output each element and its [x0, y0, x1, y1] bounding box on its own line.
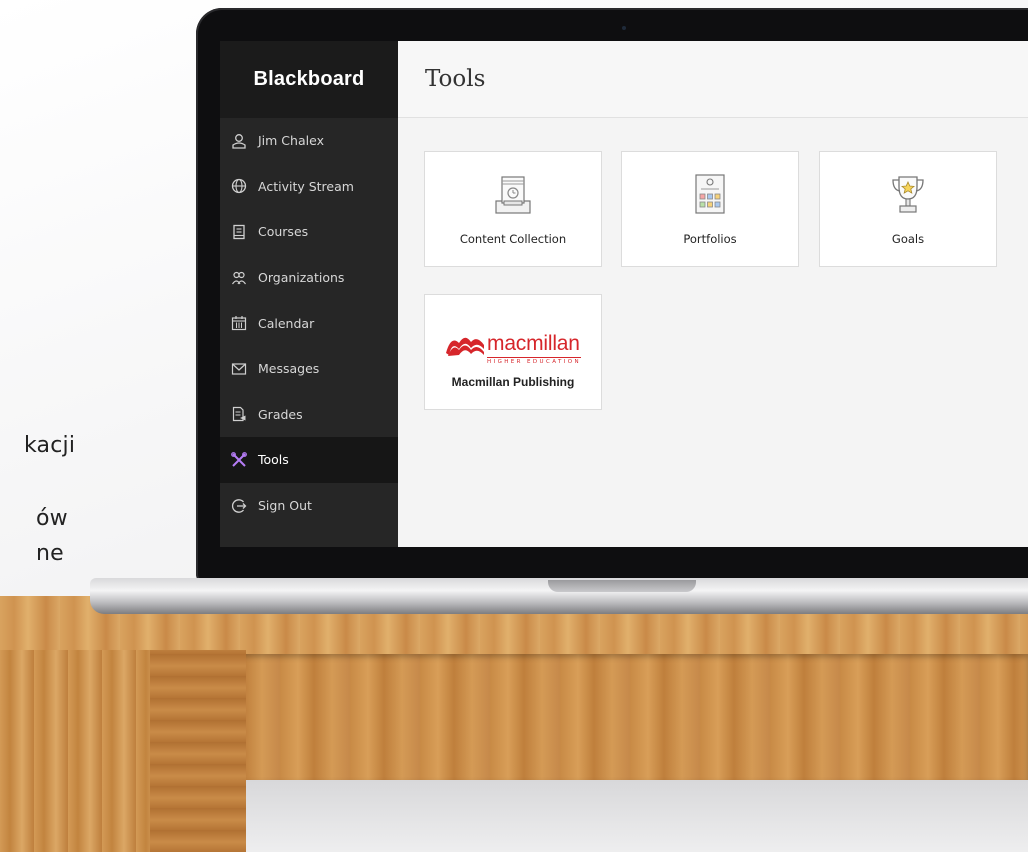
blackboard-logo[interactable]: Blackboard: [220, 41, 398, 118]
sidebar-item-calendar[interactable]: Calendar: [220, 300, 398, 346]
macmillan-mark-icon: [446, 337, 485, 356]
table-leg: [0, 650, 150, 852]
people-icon: [229, 269, 249, 287]
sidebar-item-label: Organizations: [258, 270, 345, 286]
sidebar-item-sign-out[interactable]: Sign Out: [220, 483, 398, 529]
sidebar-item-label: Calendar: [258, 315, 315, 331]
sidebar-item-label: Grades: [258, 406, 303, 422]
trophy-icon: [885, 171, 931, 222]
laptop-screen: Blackboard Jim Chalex Activity Stream Co…: [220, 41, 1028, 547]
background-text-fragment: ów: [36, 506, 68, 531]
table-leg-inner: [150, 650, 246, 852]
page-title: Tools: [425, 66, 486, 92]
sidebar-item-courses[interactable]: Courses: [220, 209, 398, 255]
webcam: [622, 26, 626, 30]
sidebar-item-activity-stream[interactable]: Activity Stream: [220, 164, 398, 210]
sidebar-item-label: Courses: [258, 224, 309, 240]
sidebar: Blackboard Jim Chalex Activity Stream Co…: [220, 41, 398, 547]
globe-icon: [229, 177, 249, 195]
sidebar-item-label: Jim Chalex: [258, 133, 324, 149]
calendar-icon: [229, 314, 249, 332]
sidebar-item-label: Activity Stream: [258, 178, 354, 194]
sidebar-item-label: Sign Out: [258, 498, 312, 514]
tool-tile-content-collection[interactable]: Content Collection: [424, 151, 602, 267]
sidebar-item-profile[interactable]: Jim Chalex: [220, 118, 398, 164]
tool-tile-macmillan-publishing[interactable]: macmillan HIGHER EDUCATION Macmillan Pub…: [424, 294, 602, 410]
page-header: Tools: [398, 41, 1028, 118]
sidebar-item-organizations[interactable]: Organizations: [220, 255, 398, 301]
background-text-fragment: kacji: [24, 433, 76, 458]
sidebar-item-messages[interactable]: Messages: [220, 346, 398, 392]
user-icon: [229, 132, 249, 150]
main-content: Tools Content Collection Portfolios Goal…: [398, 41, 1028, 547]
tool-tile-goals[interactable]: Goals: [819, 151, 997, 267]
sidebar-item-label: Tools: [258, 452, 289, 468]
background-text-fragment: ne: [36, 541, 64, 566]
tool-tile-portfolios[interactable]: Portfolios: [621, 151, 799, 267]
sidebar-item-label: Messages: [258, 361, 320, 377]
book-icon: [229, 223, 249, 241]
laptop-notch: [548, 580, 696, 592]
content-collection-icon: [490, 171, 536, 222]
sidebar-item-grades[interactable]: Grades: [220, 392, 398, 438]
floor: [246, 780, 1028, 852]
macmillan-logo: macmillan HIGHER EDUCATION: [445, 331, 581, 365]
sign-out-icon: [229, 497, 249, 515]
tool-tile-label: Content Collection: [459, 232, 567, 246]
macmillan-tagline: HIGHER EDUCATION: [487, 357, 581, 365]
grades-icon: [229, 405, 249, 423]
tool-tile-label: Portfolios: [683, 232, 737, 246]
tool-tile-label: Macmillan Publishing: [451, 375, 575, 389]
sidebar-item-tools[interactable]: Tools: [220, 437, 398, 483]
sidebar-nav: Jim Chalex Activity Stream Courses Organ…: [220, 118, 398, 528]
macmillan-wordmark: macmillan: [487, 332, 580, 355]
tools-icon: [229, 451, 249, 469]
envelope-icon: [229, 360, 249, 378]
portfolios-icon: [687, 171, 733, 222]
tool-tile-label: Goals: [891, 232, 925, 246]
